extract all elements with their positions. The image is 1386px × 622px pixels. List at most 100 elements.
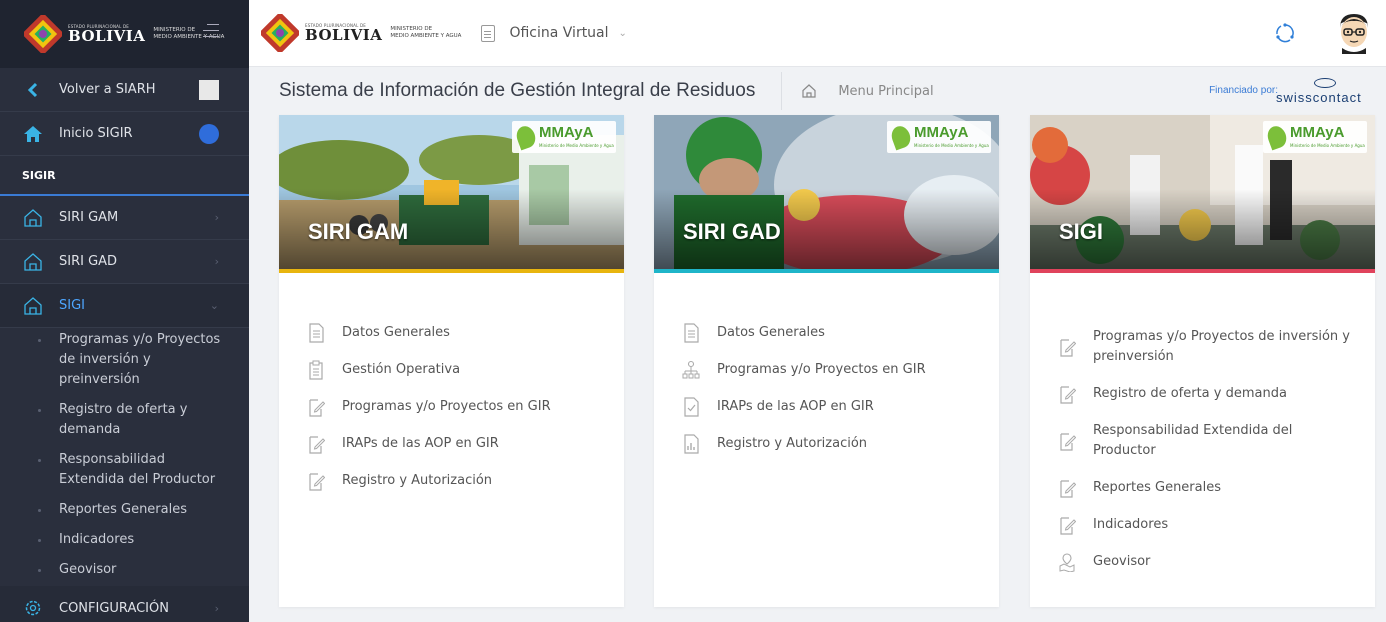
topbar-logo[interactable]: ESTADO PLURINACIONAL DE BOLIVIA MINISTER…: [261, 14, 461, 52]
menu-item-label: Programas y/o Proyectos de inversión y p…: [1093, 329, 1350, 364]
chevron-left-icon: [22, 79, 44, 101]
ministry-line-2: MEDIO AMBIENTE Y AGUA: [390, 33, 462, 39]
card-banner[interactable]: MMAyA Ministerio de Medio Ambiente y Agu…: [279, 115, 624, 269]
card-menu-item[interactable]: Geovisor: [1030, 552, 1375, 572]
mmaya-subtext: Ministerio de Medio Ambiente y Agua: [914, 143, 989, 148]
swisscontact-ring-icon: [1314, 78, 1336, 88]
sidebar-item-label: SIGI: [59, 298, 85, 313]
sidebar-brand[interactable]: ESTADO PLURINACIONAL DE BOLIVIA MINISTER…: [0, 0, 249, 68]
card-banner[interactable]: MMAyA Ministerio de Medio Ambiente y Agu…: [654, 115, 999, 269]
topbar-actions: [1274, 12, 1374, 54]
breadcrumb[interactable]: Menu Principal: [802, 84, 934, 99]
menu-item-label: Programas y/o Proyectos en GIR: [342, 399, 551, 414]
card-menu-item[interactable]: IRAPs de las AOP en GIR: [654, 397, 999, 417]
card-banner[interactable]: MMAyA Ministerio de Medio Ambiente y Agu…: [1030, 115, 1375, 269]
mmaya-logo: MMAyA Ministerio de Medio Ambiente y Agu…: [512, 121, 616, 153]
brand-ministry: MINISTERIO DE MEDIO AMBIENTE Y AGUA: [390, 26, 461, 39]
mmaya-text: MMAyA: [539, 124, 594, 141]
brand-big: BOLIVIA: [68, 26, 146, 45]
menu-item-label: Registro y Autorización: [342, 473, 493, 488]
mmaya-logo: MMAyA Ministerio de Medio Ambiente y Agu…: [887, 121, 991, 153]
sidebar-item-siri-gam[interactable]: SIRI GAM ›: [0, 196, 249, 240]
gear-icon: [22, 597, 44, 619]
home-outline-icon: [22, 207, 44, 229]
edit-document-icon: [309, 436, 325, 454]
mmaya-logo: MMAyA Ministerio de Medio Ambiente y Agu…: [1263, 121, 1367, 153]
mmaya-subtext: Ministerio de Medio Ambiente y Agua: [539, 143, 614, 148]
card-menu: Datos Generales Gestión Operativa Progra…: [279, 273, 624, 491]
sync-icon[interactable]: [1274, 22, 1296, 44]
document-icon: [481, 24, 496, 42]
sidebar-item-label: SIRI GAD: [59, 254, 118, 269]
submenu-item-rep[interactable]: Responsabilidad Extendida del Productor: [0, 450, 249, 490]
chevron-down-icon: ⌄: [209, 299, 219, 312]
sidebar-item-configuracion[interactable]: CONFIGURACIÓN ›: [0, 586, 249, 622]
card-sigi: MMAyA Ministerio de Medio Ambiente y Agu…: [1030, 115, 1375, 607]
chevron-down-icon: ⌄: [618, 27, 627, 39]
card-menu-item[interactable]: Registro y Autorización: [654, 434, 999, 454]
submenu-item-geovisor[interactable]: Geovisor: [0, 560, 249, 580]
menu-item-label: Gestión Operativa: [342, 362, 461, 377]
swisscontact-logo: swisscontact: [1276, 78, 1376, 108]
menu-item-label: Reportes Generales: [1093, 480, 1222, 495]
sponsor-name: swisscontact: [1276, 90, 1362, 105]
page-title: Sistema de Información de Gestión Integr…: [279, 80, 756, 101]
submenu-item-indicadores[interactable]: Indicadores: [0, 530, 249, 550]
home-icon: [22, 123, 44, 145]
sidebar: ESTADO PLURINACIONAL DE BOLIVIA MINISTER…: [0, 0, 249, 622]
submenu-item-registro[interactable]: Registro de oferta y demanda: [0, 400, 249, 440]
sigi-submenu: Programas y/o Proyectos de inversión y p…: [0, 328, 249, 586]
card-siri-gam: MMAyA Ministerio de Medio Ambiente y Agu…: [279, 115, 624, 607]
sidebar-item-label: SIRI GAM: [59, 210, 119, 225]
bolivia-shield-logo: [261, 14, 299, 52]
card-menu-item[interactable]: Datos Generales: [279, 323, 624, 343]
user-avatar[interactable]: [1334, 12, 1374, 54]
edit-document-icon: [1060, 433, 1076, 451]
card-menu-item[interactable]: Programas y/o Proyectos en GIR: [654, 360, 999, 380]
card-menu-item[interactable]: Responsabilidad Extendida del Productor: [1030, 421, 1375, 461]
back-square-badge: [199, 79, 219, 100]
edit-document-icon: [1060, 386, 1076, 404]
submenu-item-programas[interactable]: Programas y/o Proyectos de inversión y p…: [0, 330, 249, 390]
mmaya-text: MMAyA: [1290, 124, 1345, 141]
sidebar-home-sigir[interactable]: Inicio SIGIR: [0, 112, 249, 156]
brand-big: BOLIVIA: [305, 25, 383, 44]
card-menu-item[interactable]: Registro de oferta y demanda: [1030, 384, 1375, 404]
menu-item-label: IRAPs de las AOP en GIR: [342, 436, 499, 451]
edit-document-icon: [309, 473, 325, 491]
card-title: SIGI: [1059, 219, 1104, 244]
home-outline-icon: [22, 295, 44, 317]
card-menu-item[interactable]: IRAPs de las AOP en GIR: [279, 434, 624, 454]
sidebar-item-sigi[interactable]: SIGI ⌄: [0, 284, 249, 328]
card-menu-item[interactable]: Registro y Autorización: [279, 471, 624, 491]
card-menu-item[interactable]: Programas y/o Proyectos de inversión y p…: [1030, 327, 1375, 367]
sidebar-home-label: Inicio SIGIR: [59, 126, 133, 141]
sidebar-back-siarh[interactable]: Volver a SIARH: [0, 68, 249, 112]
card-menu: Programas y/o Proyectos de inversión y p…: [1030, 273, 1375, 572]
card-menu-item[interactable]: Gestión Operativa: [279, 360, 624, 380]
menu-toggle-icon[interactable]: [203, 24, 219, 42]
card-menu-item[interactable]: Programas y/o Proyectos en GIR: [279, 397, 624, 417]
mmaya-text: MMAyA: [914, 124, 969, 141]
menu-item-label: Programas y/o Proyectos en GIR: [717, 362, 926, 377]
chevron-right-icon: ›: [214, 601, 219, 615]
office-dropdown[interactable]: Oficina Virtual ⌄: [481, 24, 627, 42]
sidebar-item-siri-gad[interactable]: SIRI GAD ›: [0, 240, 249, 284]
card-menu-item[interactable]: Reportes Generales: [1030, 478, 1375, 498]
card-menu: Datos Generales Programas y/o Proyectos …: [654, 273, 999, 454]
edit-document-icon: [1060, 339, 1076, 357]
submenu-item-reportes[interactable]: Reportes Generales: [0, 500, 249, 520]
menu-item-label: Datos Generales: [342, 325, 450, 340]
chevron-right-icon: ›: [214, 211, 219, 224]
home-status-dot: [199, 123, 219, 144]
card-menu-item[interactable]: Datos Generales: [654, 323, 999, 343]
topbar: ESTADO PLURINACIONAL DE BOLIVIA MINISTER…: [249, 0, 1386, 67]
header-divider: [781, 72, 783, 110]
ministry-line-1: MINISTERIO DE: [390, 26, 433, 33]
leaf-icon: [888, 123, 914, 151]
menu-item-label: Registro y Autorización: [717, 436, 868, 451]
mmaya-subtext: Ministerio de Medio Ambiente y Agua: [1290, 143, 1365, 148]
card-menu-item[interactable]: Indicadores: [1030, 515, 1375, 535]
sidebar-item-label: CONFIGURACIÓN: [59, 600, 169, 616]
edit-document-icon: [1060, 480, 1076, 498]
